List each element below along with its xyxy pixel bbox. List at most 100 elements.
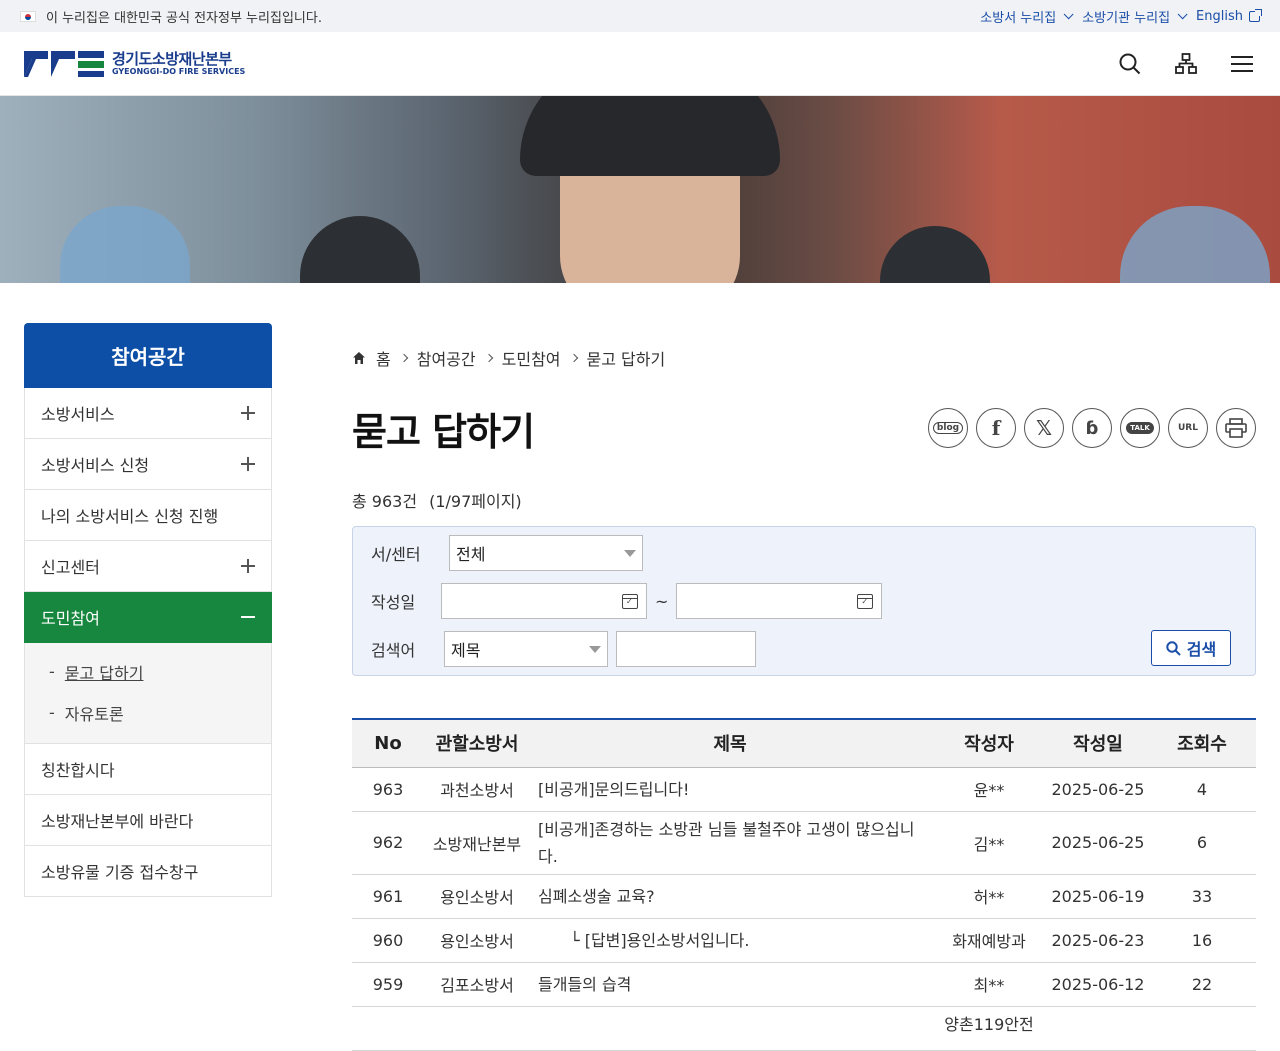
- side-sub-free-discussion[interactable]: - 자유토론: [25, 692, 271, 733]
- row-author-partial: 양촌119안전: [930, 1006, 1048, 1051]
- row-station: 용인소방서: [424, 918, 530, 963]
- band-share-icon[interactable]: ɓ: [1072, 408, 1112, 448]
- breadcrumb-participation[interactable]: 참여공간: [417, 346, 476, 370]
- search-filter-panel: 서/센터 전체 작성일 ~ 검색어 제목 검색: [352, 526, 1256, 676]
- calendar-icon[interactable]: [622, 593, 638, 609]
- row-no: 963: [352, 767, 424, 812]
- menu-icon[interactable]: [1230, 52, 1254, 76]
- row-title-link[interactable]: [비공개]문의드립니다!: [530, 767, 930, 812]
- table-row[interactable]: 962 소방재난본부 [비공개]존경하는 소방관 님들 불철주야 고생이 많으십…: [352, 811, 1256, 875]
- main-content: 홈 참여공간 도민참여 묻고 답하기 묻고 답하기 blog f 𝕏 ɓ TAL…: [352, 340, 1256, 1051]
- side-item-citizen-participation[interactable]: 도민참여: [24, 592, 272, 643]
- chevron-down-icon: [1177, 8, 1188, 19]
- row-views: 22: [1148, 962, 1256, 1007]
- row-no: 960: [352, 918, 424, 963]
- col-views: 조회수: [1148, 719, 1256, 768]
- breadcrumb-citizen[interactable]: 도민참여: [502, 346, 561, 370]
- row-date: 2025-06-12: [1048, 962, 1148, 1007]
- search-button[interactable]: 검색: [1151, 630, 1231, 666]
- side-item-report-center[interactable]: 신고센터: [24, 541, 272, 592]
- start-date-input[interactable]: [441, 583, 647, 619]
- keyword-label: 검색어: [371, 641, 416, 660]
- english-link[interactable]: English: [1196, 8, 1262, 24]
- fire-agency-sites-link[interactable]: 소방기관 누리집: [1082, 7, 1188, 26]
- blog-share-icon[interactable]: blog: [928, 408, 968, 448]
- table-row[interactable]: 959 김포소방서 들개들의 습격 최** 2025-06-12 22: [352, 962, 1256, 1007]
- search-icon: [1166, 640, 1181, 656]
- facebook-share-icon[interactable]: f: [976, 408, 1016, 448]
- center-filter-row: 서/센터 전체: [371, 535, 643, 571]
- gov-banner: 이 누리집은 대한민국 공식 전자정부 누리집입니다. 소방서 누리집 소방기관…: [0, 0, 1280, 32]
- side-item-fire-services[interactable]: 소방서비스: [24, 388, 272, 439]
- sitemap-icon[interactable]: [1174, 52, 1198, 76]
- table-row[interactable]: 960 용인소방서 └ [답변]용인소방서입니다. 화재예방과 2025-06-…: [352, 918, 1256, 963]
- page-title: 묻고 답하기: [352, 409, 535, 454]
- row-views: 16: [1148, 918, 1256, 963]
- hero-banner-image: [0, 96, 1280, 283]
- print-icon[interactable]: [1216, 408, 1256, 448]
- row-no: 962: [352, 811, 424, 875]
- breadcrumb-current: 묻고 답하기: [586, 350, 666, 369]
- external-link-icon: [1249, 8, 1262, 22]
- side-item-suggestions[interactable]: 소방재난본부에 바란다: [24, 795, 272, 846]
- row-title-link[interactable]: 들개들의 습격: [530, 962, 930, 1007]
- x-share-icon[interactable]: 𝕏: [1024, 408, 1064, 448]
- side-item-praise[interactable]: 칭찬합시다: [24, 744, 272, 795]
- keyword-filter-row: 검색어 제목: [371, 631, 756, 667]
- col-date: 작성일: [1048, 719, 1148, 768]
- home-icon[interactable]: [352, 351, 366, 365]
- table-header-row: No 관할소방서 제목 작성자 작성일 조회수: [352, 719, 1256, 768]
- row-no: 959: [352, 962, 424, 1007]
- fire-station-sites-link[interactable]: 소방서 누리집: [980, 7, 1074, 26]
- date-label: 작성일: [371, 593, 416, 612]
- chevron-right-icon: [399, 353, 408, 363]
- center-label: 서/센터: [371, 545, 421, 564]
- table-row[interactable]: 양촌119안전: [352, 1006, 1256, 1051]
- row-author: 윤**: [930, 767, 1048, 812]
- row-author: 최**: [930, 962, 1048, 1007]
- date-separator: ~: [655, 591, 669, 611]
- side-item-service-request[interactable]: 소방서비스 신청: [24, 439, 272, 490]
- row-station: 소방재난본부: [424, 811, 530, 875]
- center-select[interactable]: 전체: [449, 535, 643, 571]
- row-views: 4: [1148, 767, 1256, 812]
- minus-icon: [241, 616, 255, 618]
- breadcrumb: 홈 참여공간 도민참여 묻고 답하기: [352, 340, 1256, 376]
- side-submenu: - 묻고 답하기 - 자유토론: [24, 643, 272, 744]
- table-row[interactable]: 961 용인소방서 심폐소생술 교육? 허** 2025-06-19 33: [352, 874, 1256, 919]
- keyword-type-select[interactable]: 제목: [444, 631, 608, 667]
- plus-icon: [241, 559, 255, 573]
- share-buttons: blog f 𝕏 ɓ TALK URL: [928, 408, 1256, 448]
- breadcrumb-home[interactable]: 홈: [376, 346, 391, 370]
- row-title-link[interactable]: 심폐소생술 교육?: [530, 874, 930, 919]
- end-date-input[interactable]: [676, 583, 883, 619]
- side-sub-qna[interactable]: - 묻고 답하기: [25, 651, 271, 692]
- row-station: 김포소방서: [424, 962, 530, 1007]
- site-logo[interactable]: 경기도소방재난본부 GYEONGGI-DO FIRE SERVICES: [24, 49, 245, 79]
- kakaotalk-share-icon[interactable]: TALK: [1120, 408, 1160, 448]
- logo-text-ko: 경기도소방재난본부: [112, 49, 232, 68]
- keyword-input[interactable]: [616, 631, 756, 667]
- row-author: 허**: [930, 874, 1048, 919]
- result-count: 총 963건 (1/97페이지): [352, 488, 1256, 512]
- col-title: 제목: [530, 719, 930, 768]
- side-item-my-requests[interactable]: 나의 소방서비스 신청 진행: [24, 490, 272, 541]
- total-count: 총 963건: [352, 492, 418, 511]
- logo-text-en: GYEONGGI-DO FIRE SERVICES: [112, 66, 246, 76]
- row-views: 6: [1148, 811, 1256, 875]
- search-icon[interactable]: [1118, 52, 1142, 76]
- row-date: 2025-06-19: [1048, 874, 1148, 919]
- url-copy-icon[interactable]: URL: [1168, 408, 1208, 448]
- row-views: 33: [1148, 874, 1256, 919]
- plus-icon: [241, 457, 255, 471]
- row-title-link[interactable]: [비공개]존경하는 소방관 님들 불철주야 고생이 많으십니다.: [530, 811, 930, 875]
- table-row[interactable]: 963 과천소방서 [비공개]문의드립니다! 윤** 2025-06-25 4: [352, 767, 1256, 812]
- page-count: (1/97페이지): [429, 492, 522, 511]
- row-title-link[interactable]: └ [답변]용인소방서입니다.: [530, 918, 930, 963]
- col-station: 관할소방서: [424, 719, 530, 768]
- side-item-artifact-donation[interactable]: 소방유물 기증 접수창구: [24, 846, 272, 897]
- calendar-icon[interactable]: [857, 593, 874, 609]
- row-author: 김**: [930, 811, 1048, 875]
- site-header: 경기도소방재난본부 GYEONGGI-DO FIRE SERVICES: [0, 32, 1280, 96]
- chevron-right-icon: [569, 353, 578, 363]
